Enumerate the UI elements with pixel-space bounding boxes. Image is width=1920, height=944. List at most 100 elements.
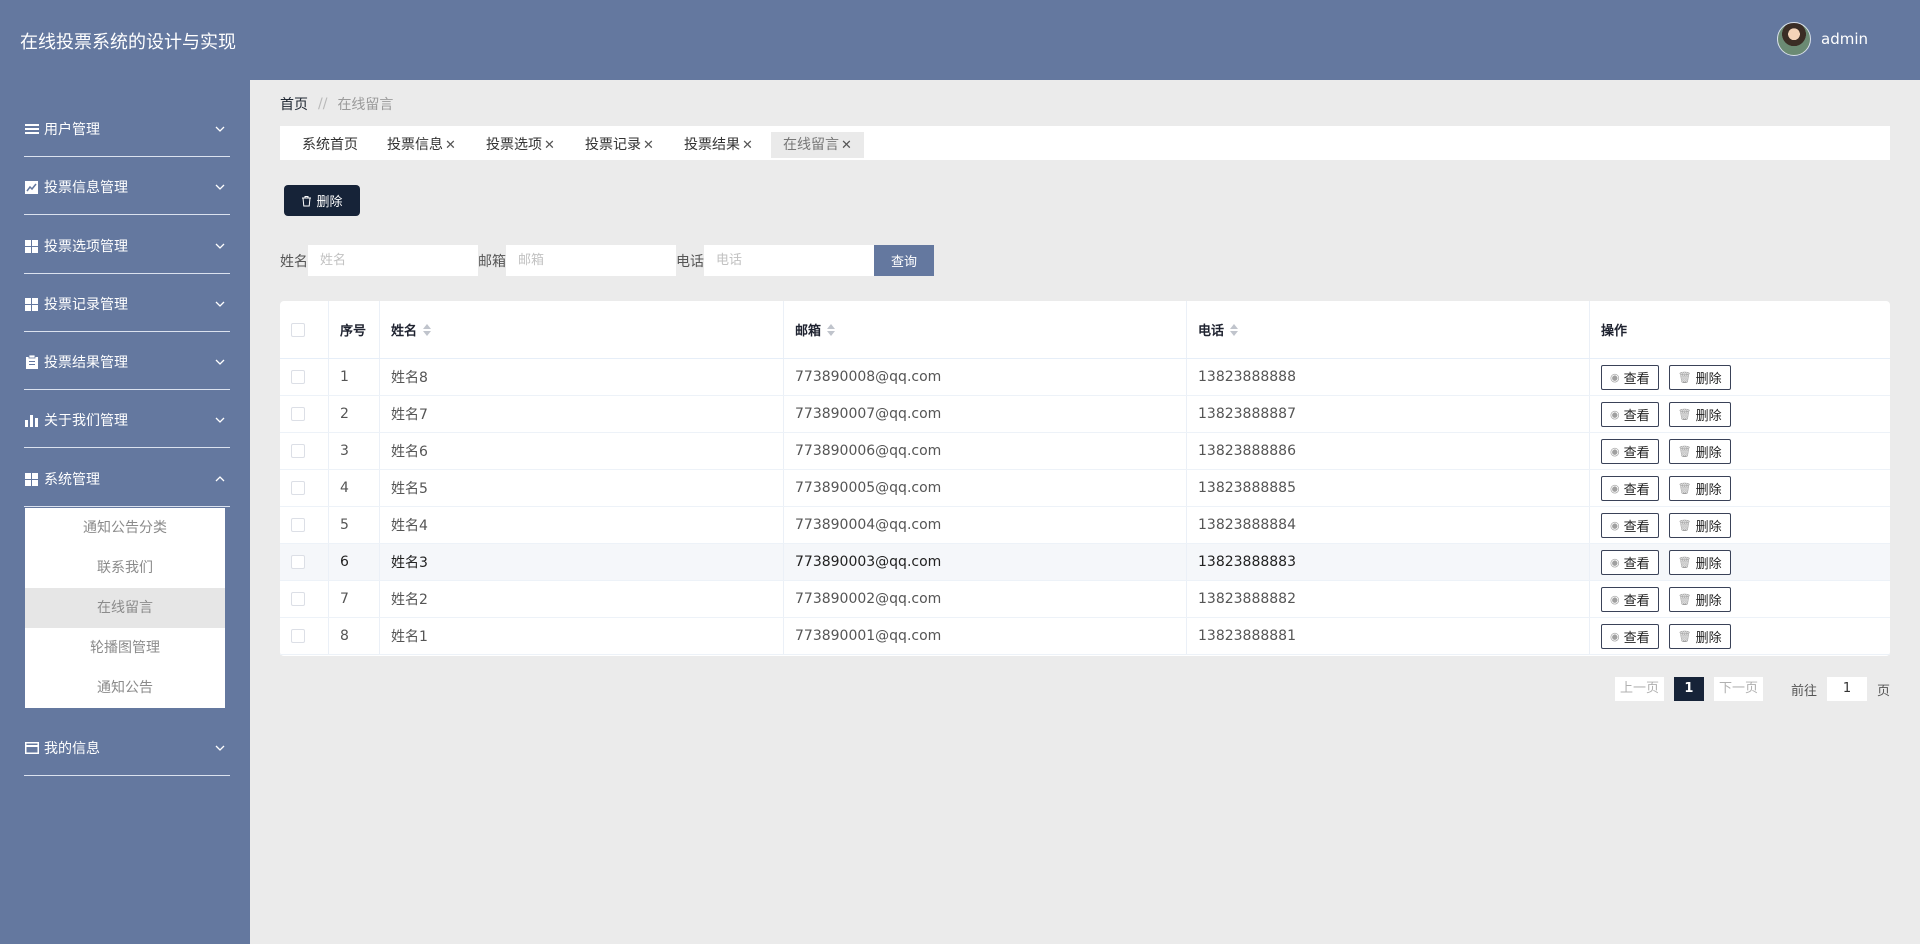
cell-index: 3 xyxy=(329,433,380,469)
cell-phone: 13823888885 xyxy=(1187,470,1590,506)
submenu-item-notice[interactable]: 通知公告 xyxy=(25,668,225,708)
cell-email: 773890003@qq.com xyxy=(784,544,1187,580)
tab-online-message[interactable]: 在线留言 ✕ xyxy=(771,132,864,158)
breadcrumb-home[interactable]: 首页 xyxy=(280,94,308,114)
view-button[interactable]: ◉ 查看 xyxy=(1601,623,1659,649)
table-row[interactable]: 5 姓名4 773890004@qq.com 13823888884 ◉ 查看 🗑 删除 xyxy=(280,507,1890,544)
submenu-item-contact-us[interactable]: 联系我们 xyxy=(25,548,225,588)
clipboard-icon xyxy=(24,355,39,370)
header-name[interactable]: 姓名 xyxy=(380,301,784,358)
tab-vote-records[interactable]: 投票记录 ✕ xyxy=(585,132,654,158)
table-row[interactable]: 2 姓名7 773890007@qq.com 13823888887 ◉ 查看 🗑 删除 xyxy=(280,396,1890,433)
table-row[interactable]: 3 姓名6 773890006@qq.com 13823888886 ◉ 查看 🗑 删除 xyxy=(280,433,1890,470)
sidebar-item-label: 投票结果管理 xyxy=(44,355,128,371)
sort-icon[interactable] xyxy=(827,323,836,336)
sidebar-item-label: 投票选项管理 xyxy=(44,239,128,255)
user-menu[interactable]: admin xyxy=(1777,22,1868,56)
header-name-label: 姓名 xyxy=(391,324,418,339)
sort-icon[interactable] xyxy=(1230,323,1239,336)
header-email[interactable]: 邮箱 xyxy=(784,301,1187,358)
row-checkbox[interactable] xyxy=(291,518,305,532)
row-delete-button[interactable]: 🗑 删除 xyxy=(1668,586,1731,612)
table-row[interactable]: 7 姓名2 773890002@qq.com 13823888882 ◉ 查看 🗑 删除 xyxy=(280,581,1890,618)
delete-button[interactable]: 删除 xyxy=(284,185,360,216)
row-checkbox[interactable] xyxy=(291,370,305,384)
cell-name: 姓名8 xyxy=(380,359,784,395)
row-delete-button-label: 删除 xyxy=(1695,482,1722,498)
sidebar-item-about-us[interactable]: 关于我们管理 xyxy=(24,390,230,448)
sort-icon[interactable] xyxy=(423,323,432,336)
sidebar-item-vote-results[interactable]: 投票结果管理 xyxy=(24,332,230,390)
row-delete-button[interactable]: 🗑 删除 xyxy=(1668,401,1731,427)
grid-icon xyxy=(24,239,39,254)
tab-vote-options[interactable]: 投票选项 ✕ xyxy=(486,132,555,158)
tab-vote-info[interactable]: 投票信息 ✕ xyxy=(387,132,456,158)
view-button[interactable]: ◉ 查看 xyxy=(1601,475,1659,501)
query-button[interactable]: 查询 xyxy=(874,245,934,276)
row-select-cell xyxy=(280,396,329,432)
table-row[interactable]: 6 姓名3 773890003@qq.com 13823888883 ◉ 查看 🗑 删除 xyxy=(280,544,1890,581)
submenu-item-online-message[interactable]: 在线留言 xyxy=(25,588,225,628)
sidebar-item-vote-records[interactable]: 投票记录管理 xyxy=(24,274,230,332)
cell-index: 7 xyxy=(329,581,380,617)
table-header: 序号 姓名 邮箱 电话 操作 xyxy=(280,301,1890,359)
row-delete-button[interactable]: 🗑 删除 xyxy=(1668,512,1731,538)
sidebar-item-system-management[interactable]: 系统管理 xyxy=(24,449,230,507)
view-button[interactable]: ◉ 查看 xyxy=(1601,512,1659,538)
row-delete-button[interactable]: 🗑 删除 xyxy=(1668,549,1731,575)
view-button-label: 查看 xyxy=(1623,408,1650,424)
tab-label: 投票选项 xyxy=(486,137,542,153)
sidebar-item-my-info[interactable]: 我的信息 xyxy=(24,718,230,776)
submenu-item-notice-category[interactable]: 通知公告分类 xyxy=(25,508,225,548)
row-checkbox[interactable] xyxy=(291,629,305,643)
row-delete-button[interactable]: 🗑 删除 xyxy=(1668,438,1731,464)
avatar[interactable] xyxy=(1777,22,1811,56)
view-button[interactable]: ◉ 查看 xyxy=(1601,549,1659,575)
row-delete-button-label: 删除 xyxy=(1695,630,1722,646)
table-row[interactable]: 4 姓名5 773890005@qq.com 13823888885 ◉ 查看 🗑 删除 xyxy=(280,470,1890,507)
view-button[interactable]: ◉ 查看 xyxy=(1601,401,1659,427)
close-icon[interactable]: ✕ xyxy=(742,138,753,153)
close-icon[interactable]: ✕ xyxy=(544,138,555,153)
sidebar-item-user-management[interactable]: 用户管理 xyxy=(24,99,230,157)
table-row[interactable]: 1 姓名8 773890008@qq.com 13823888888 ◉ 查看 🗑 删除 xyxy=(280,359,1890,396)
row-checkbox[interactable] xyxy=(291,592,305,606)
close-icon[interactable]: ✕ xyxy=(841,138,852,153)
top-header: 在线投票系统的设计与实现 admin xyxy=(0,0,1920,80)
cell-email: 773890008@qq.com xyxy=(784,359,1187,395)
goto-page-input[interactable]: 1 xyxy=(1826,677,1867,701)
row-delete-button[interactable]: 🗑 删除 xyxy=(1668,364,1731,390)
row-delete-button-label: 删除 xyxy=(1695,519,1722,535)
row-checkbox[interactable] xyxy=(291,407,305,421)
sidebar-item-vote-options[interactable]: 投票选项管理 xyxy=(24,216,230,274)
name-search-input[interactable] xyxy=(308,245,478,276)
row-checkbox[interactable] xyxy=(291,555,305,569)
select-all-checkbox[interactable] xyxy=(291,322,305,337)
row-checkbox[interactable] xyxy=(291,444,305,458)
page-unit-label: 页 xyxy=(1876,683,1890,699)
tab-system-home[interactable]: 系统首页 xyxy=(302,132,358,158)
cell-email: 773890006@qq.com xyxy=(784,433,1187,469)
prev-page-button[interactable]: 上一页 xyxy=(1614,677,1664,701)
phone-label: 电话 xyxy=(676,253,704,270)
view-button[interactable]: ◉ 查看 xyxy=(1601,586,1659,612)
submenu-item-carousel[interactable]: 轮播图管理 xyxy=(25,628,225,668)
row-delete-button[interactable]: 🗑 删除 xyxy=(1668,623,1731,649)
email-search-input[interactable] xyxy=(506,245,676,276)
sidebar-item-vote-info[interactable]: 投票信息管理 xyxy=(24,157,230,215)
next-page-button[interactable]: 下一页 xyxy=(1713,677,1763,701)
header-phone[interactable]: 电话 xyxy=(1187,301,1590,358)
close-icon[interactable]: ✕ xyxy=(643,138,654,153)
phone-search-input[interactable] xyxy=(704,245,874,276)
tab-vote-results[interactable]: 投票结果 ✕ xyxy=(684,132,753,158)
close-icon[interactable]: ✕ xyxy=(445,138,456,153)
table-row[interactable]: 8 姓名1 773890001@qq.com 13823888881 ◉ 查看 🗑 删除 xyxy=(280,618,1890,655)
view-button[interactable]: ◉ 查看 xyxy=(1601,438,1659,464)
row-select-cell xyxy=(280,507,329,543)
chevron-down-icon xyxy=(215,184,225,190)
view-button[interactable]: ◉ 查看 xyxy=(1601,364,1659,390)
username[interactable]: admin xyxy=(1821,30,1868,48)
row-checkbox[interactable] xyxy=(291,481,305,495)
page-number[interactable]: 1 xyxy=(1673,677,1704,701)
row-delete-button[interactable]: 🗑 删除 xyxy=(1668,475,1731,501)
